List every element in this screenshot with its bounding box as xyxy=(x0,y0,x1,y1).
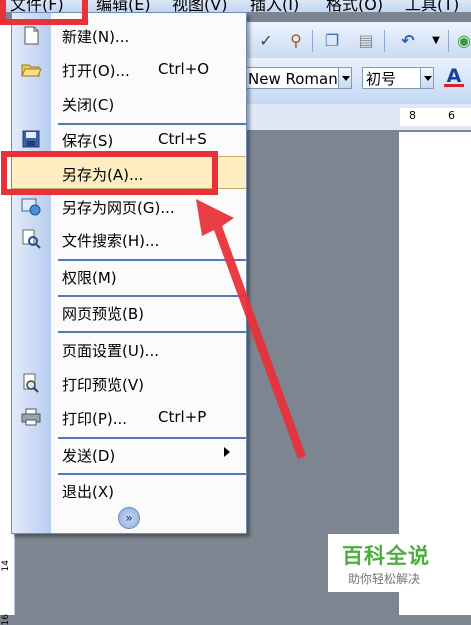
watermark-logo: 百科全说 助你轻松解决 xyxy=(328,534,439,592)
watermark-subtitle: 助你轻松解决 xyxy=(348,572,421,586)
annotation-arrow xyxy=(196,199,306,459)
watermark-title: 百科全说 xyxy=(342,544,430,568)
ruler-mark: 16 xyxy=(1,614,11,625)
